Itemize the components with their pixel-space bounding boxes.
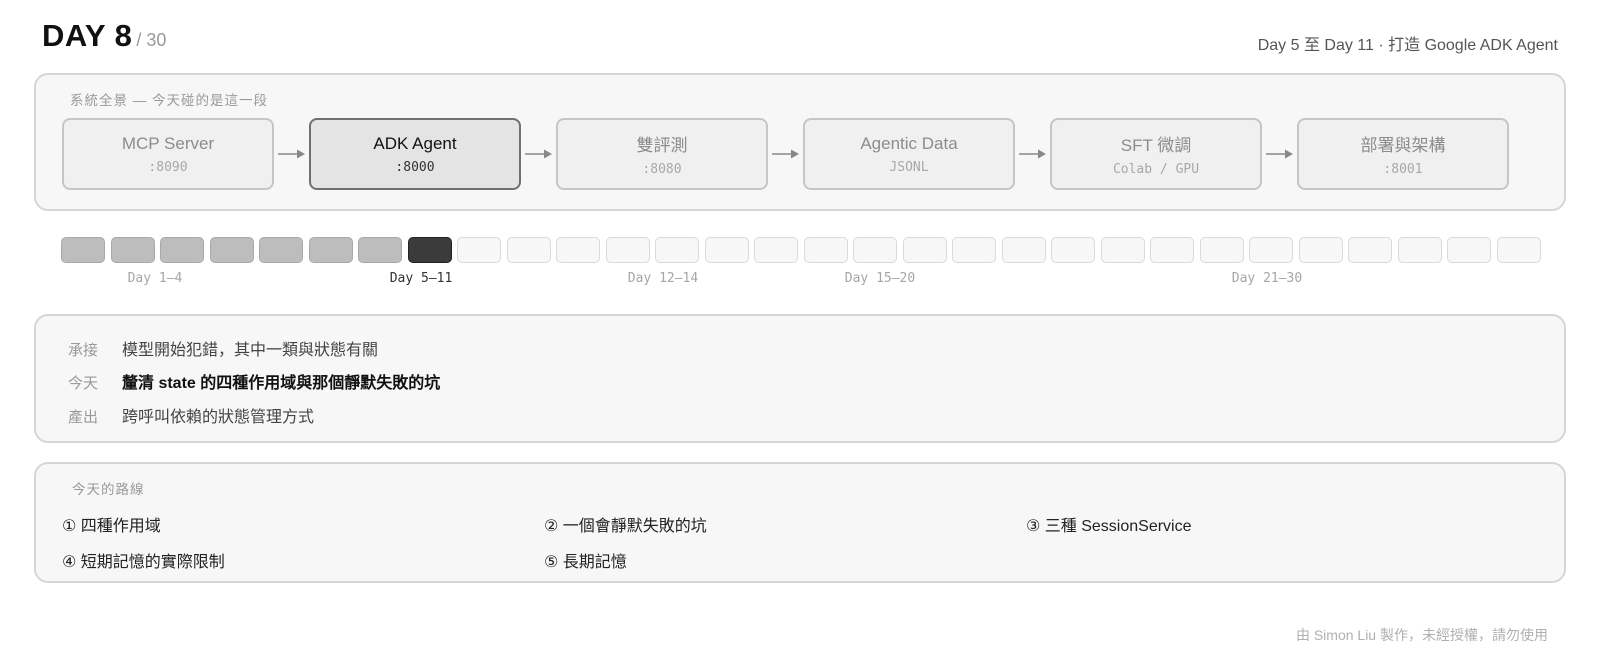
day-title: DAY 8 / 30: [42, 18, 166, 54]
day-block: [704, 237, 749, 263]
node-name: ADK Agent: [373, 133, 457, 153]
timeline-label: Day 21–30: [1231, 271, 1303, 286]
day-block: [407, 237, 452, 263]
arrow-right-icon: [1015, 148, 1050, 160]
day-block: [506, 237, 551, 263]
progress-timeline: [61, 237, 1541, 263]
day-block: [160, 237, 204, 263]
context-row: 承接 模型開始犯錯，其中一類與狀態有關: [68, 336, 378, 360]
context-value: 釐清 state 的四種作用域與那個靜默失敗的坑: [122, 375, 441, 392]
pipeline-node: MCP Server :8090: [62, 118, 274, 190]
context-key: 承接: [68, 342, 99, 359]
timeline-labels: Day 1–4 Day 5–11 Day 12–14 Day 15–20 Day 21–…: [0, 271, 1600, 291]
arrow-right-icon: [1262, 148, 1297, 160]
phase-caption: Day 5 至 Day 11 · 打造 Google ADK Agent: [1257, 37, 1558, 54]
day-block: [1051, 237, 1095, 263]
timeline-label: Day 1–4: [127, 271, 183, 286]
day-block: [1298, 237, 1343, 263]
node-name: Agentic Data: [860, 133, 958, 153]
footer-credit: 由 Simon Liu 製作，未經授權，請勿使用: [1295, 627, 1548, 643]
arrow-right-icon: [768, 148, 803, 160]
context-row: 今天 釐清 state 的四種作用域與那個靜默失敗的坑: [68, 369, 440, 393]
day-block: [1496, 237, 1541, 263]
day-block: [754, 237, 798, 263]
node-detail: :8001: [1383, 162, 1423, 177]
day-block: [1001, 237, 1046, 263]
timeline-label: Day 5–11: [389, 271, 453, 286]
node-name: SFT 微調: [1120, 136, 1192, 155]
route-item: ② 一個會靜默失敗的坑: [544, 518, 707, 535]
pipeline-node: Agentic Data JSONL: [803, 118, 1015, 190]
node-detail: :8090: [148, 159, 188, 175]
route-item: ① 四種作用域: [62, 518, 161, 535]
day-block: [61, 237, 105, 263]
arrow-right-icon: [521, 148, 556, 160]
day-block: [853, 237, 897, 263]
day-block: [556, 237, 600, 263]
day-block: [952, 237, 996, 263]
node-detail: Colab / GPU: [1112, 162, 1200, 177]
node-name: 雙評測: [636, 136, 688, 155]
route-item: ⑤ 長期記憶: [544, 554, 627, 571]
day-block: [209, 237, 254, 263]
node-detail: :8000: [395, 159, 435, 175]
timeline-label: Day 15–20: [844, 271, 916, 286]
node-detail: JSONL: [889, 159, 929, 175]
context-key: 今天: [68, 375, 99, 392]
day-block: [902, 237, 947, 263]
day-block: [308, 237, 353, 263]
pipeline-node: ADK Agent :8000: [309, 118, 521, 190]
arrow-right-icon: [274, 148, 309, 160]
day-block: [457, 237, 501, 263]
context-panel: 承接 模型開始犯錯，其中一類與狀態有關 今天 釐清 state 的四種作用域與那…: [34, 314, 1566, 443]
day-block: [1397, 237, 1442, 263]
context-value: 跨呼叫依賴的狀態管理方式: [122, 409, 315, 426]
pipeline-node: SFT 微調 Colab / GPU: [1050, 118, 1262, 190]
day-block: [1199, 237, 1244, 263]
route-item: ④ 短期記憶的實際限制: [62, 554, 225, 571]
route-item: ③ 三種 SessionService: [1026, 518, 1192, 535]
overview-label: 系統全景 — 今天碰的是這一段: [70, 93, 269, 108]
day-block: [1447, 237, 1491, 263]
node-name: 部署與架構: [1360, 136, 1446, 155]
day-block: [803, 237, 848, 263]
context-row: 產出 跨呼叫依賴的狀態管理方式: [68, 403, 314, 427]
route-label: 今天的路線: [72, 482, 145, 497]
pipeline-node: 部署與架構 :8001: [1297, 118, 1509, 190]
timeline-label: Day 12–14: [627, 271, 699, 286]
route-panel: 今天的路線 ① 四種作用域 ② 一個會靜默失敗的坑 ③ 三種 SessionSe…: [34, 462, 1566, 583]
day-number: DAY 8: [42, 18, 133, 53]
day-block: [259, 237, 303, 263]
pipeline: MCP Server :8090 ADK Agent :8000 雙評測 :8080 Age…: [62, 118, 1509, 190]
day-block: [1348, 237, 1392, 263]
day-block: [358, 237, 402, 263]
context-key: 產出: [68, 409, 99, 426]
node-name: MCP Server: [121, 133, 215, 153]
node-detail: :8080: [642, 162, 682, 177]
context-value: 模型開始犯錯，其中一類與狀態有關: [122, 342, 379, 359]
day-block: [1150, 237, 1194, 263]
pipeline-node: 雙評測 :8080: [556, 118, 768, 190]
day-total: / 30: [136, 30, 167, 50]
day-block: [655, 237, 699, 263]
day-block: [1100, 237, 1145, 263]
day-block: [605, 237, 650, 263]
day-block: [110, 237, 155, 263]
day-block: [1249, 237, 1293, 263]
system-overview-panel: 系統全景 — 今天碰的是這一段 MCP Server :8090 ADK Agent…: [34, 73, 1566, 211]
